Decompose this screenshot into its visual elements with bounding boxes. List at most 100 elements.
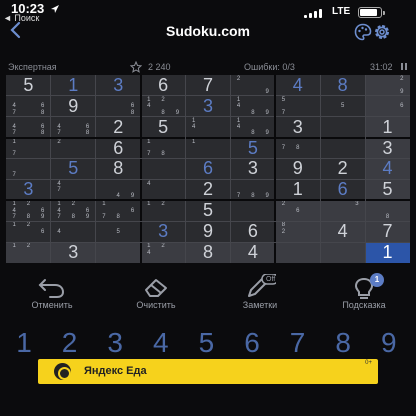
cell-r6c5[interactable]: 2: [186, 179, 231, 200]
cell-r2c8[interactable]: 5: [320, 96, 365, 117]
settings-button[interactable]: [372, 22, 392, 42]
number-key-1[interactable]: 1: [4, 326, 44, 360]
erase-button[interactable]: Очистить: [116, 272, 196, 320]
cell-r7c4[interactable]: 12: [141, 200, 186, 221]
cell-r8c3[interactable]: 5: [96, 221, 141, 242]
cell-r8c2[interactable]: 4: [51, 221, 96, 242]
undo-button[interactable]: Отменить: [12, 272, 92, 320]
cell-r7c3[interactable]: 1678: [96, 200, 141, 221]
cell-r5c1[interactable]: 7: [6, 159, 51, 180]
cell-r6c3[interactable]: 49: [96, 179, 141, 200]
cell-r4c6[interactable]: 5: [230, 138, 275, 159]
cell-r3c6[interactable]: 14 8 9: [230, 117, 275, 138]
cell-r6c4[interactable]: 4: [141, 179, 186, 200]
cell-r2c4[interactable]: 1 2 4 8 9: [141, 96, 186, 117]
cell-r9c3[interactable]: [95, 242, 141, 263]
cell-r4c9[interactable]: 3: [365, 137, 410, 159]
cell-r2c1[interactable]: 4 6 7 8: [6, 96, 51, 117]
cell-r7c8[interactable]: 3: [320, 200, 366, 222]
pause-icon[interactable]: [400, 62, 408, 71]
notes-button[interactable]: Off Заметки: [220, 272, 300, 320]
cell-r1c8[interactable]: 8: [320, 75, 365, 96]
cell-r9c1[interactable]: 12: [6, 242, 51, 263]
cell-r4c8[interactable]: [320, 138, 365, 159]
cell-r3c8[interactable]: [320, 117, 365, 138]
cell-r4c2[interactable]: 2: [51, 138, 96, 159]
cell-r8c9[interactable]: 7: [365, 221, 410, 243]
cell-r1c9[interactable]: 29: [365, 75, 410, 96]
cell-r8c6[interactable]: 6: [230, 221, 275, 242]
cell-r3c3[interactable]: 2: [96, 117, 141, 138]
cell-r8c7[interactable]: 82: [275, 221, 321, 243]
cell-r8c5[interactable]: 9: [186, 221, 231, 242]
cell-r2c2[interactable]: 9: [51, 96, 96, 117]
cell-r1c2[interactable]: 1: [51, 75, 96, 96]
cell-r7c7[interactable]: 26: [275, 200, 321, 222]
cell-r6c9[interactable]: 5: [365, 179, 410, 201]
cell-r9c7[interactable]: [275, 242, 321, 263]
cell-r2c9[interactable]: 6: [365, 95, 410, 117]
number-key-3[interactable]: 3: [95, 326, 135, 360]
cell-r9c4[interactable]: 1 2 4: [140, 242, 186, 263]
cell-r9c2[interactable]: 3: [50, 242, 96, 263]
cell-r1c7[interactable]: 4: [275, 75, 320, 96]
cell-r2c6[interactable]: 14 8 9: [230, 96, 275, 117]
note-digit: 8: [251, 109, 255, 116]
cell-r3c9[interactable]: 1: [365, 116, 410, 138]
cell-r5c7[interactable]: 9: [275, 159, 320, 180]
number-key-5[interactable]: 5: [186, 326, 226, 360]
number-key-6[interactable]: 6: [232, 326, 272, 360]
cell-r9c6[interactable]: 4: [230, 242, 276, 263]
cell-r6c6[interactable]: 7 8 9: [230, 179, 275, 200]
note-digit: 6: [41, 228, 45, 235]
cell-r5c4[interactable]: [141, 159, 186, 180]
cell-r2c7[interactable]: 57: [275, 96, 320, 117]
cell-r6c8[interactable]: 6: [320, 179, 365, 200]
cell-r1c6[interactable]: 29: [230, 75, 275, 96]
cell-r1c4[interactable]: 6: [141, 75, 186, 96]
cell-r1c1[interactable]: 5: [6, 75, 51, 96]
number-key-7[interactable]: 7: [278, 326, 318, 360]
cell-r4c5[interactable]: 1: [186, 138, 231, 159]
theme-button[interactable]: [354, 23, 372, 41]
cell-r6c2[interactable]: 47: [51, 179, 96, 200]
cell-r9c5[interactable]: 8: [185, 242, 231, 263]
cell-r7c9[interactable]: 8: [365, 200, 410, 222]
cell-r7c5[interactable]: 5: [186, 200, 231, 221]
number-key-8[interactable]: 8: [323, 326, 363, 360]
cell-r1c3[interactable]: 3: [96, 75, 141, 96]
cell-r1c5[interactable]: 7: [186, 75, 231, 96]
cell-r4c7[interactable]: 78: [275, 138, 320, 159]
cell-r5c9[interactable]: 4: [365, 158, 410, 180]
number-key-4[interactable]: 4: [141, 326, 181, 360]
ad-banner[interactable]: Яндекс Еда 0+: [38, 359, 378, 384]
cell-r3c1[interactable]: 4 6 7 8: [6, 117, 51, 138]
cell-r8c1[interactable]: 1 2 6: [6, 221, 51, 242]
cell-r3c5[interactable]: 14: [186, 117, 231, 138]
cell-r2c5[interactable]: 3: [186, 96, 231, 117]
cell-r2c3[interactable]: 68: [96, 96, 141, 117]
cell-r5c5[interactable]: 6: [186, 159, 231, 180]
cell-r5c8[interactable]: 2: [320, 159, 365, 180]
cell-r7c6[interactable]: [230, 200, 275, 221]
cell-r3c2[interactable]: 4 6 7 8: [51, 117, 96, 138]
cell-r5c3[interactable]: 8: [96, 159, 141, 180]
cell-r3c4[interactable]: 5: [141, 117, 186, 138]
cell-r3c7[interactable]: 3: [275, 117, 320, 138]
cell-r4c3[interactable]: 6: [96, 138, 141, 159]
cell-r8c8[interactable]: 4: [320, 221, 366, 243]
cell-r6c7[interactable]: 1: [275, 179, 320, 200]
cell-r5c2[interactable]: 5: [51, 159, 96, 180]
number-key-9[interactable]: 9: [369, 326, 409, 360]
cell-r7c2[interactable]: 1 2 4 6 7 8 9: [51, 200, 96, 221]
cell-r5c6[interactable]: 3: [230, 159, 275, 180]
cell-r4c4[interactable]: 1 7 8: [141, 138, 186, 159]
cell-r8c4[interactable]: 3: [141, 221, 186, 242]
cell-r9c9[interactable]: 1: [365, 242, 410, 263]
number-key-2[interactable]: 2: [50, 326, 90, 360]
cell-r6c1[interactable]: 3: [6, 179, 51, 200]
cell-r9c8[interactable]: [320, 242, 366, 263]
cell-r7c1[interactable]: 1 2 4 6 7 8 9: [6, 200, 51, 221]
hint-button[interactable]: 1 Подсказка: [324, 272, 404, 320]
cell-r4c1[interactable]: 17: [6, 138, 51, 159]
